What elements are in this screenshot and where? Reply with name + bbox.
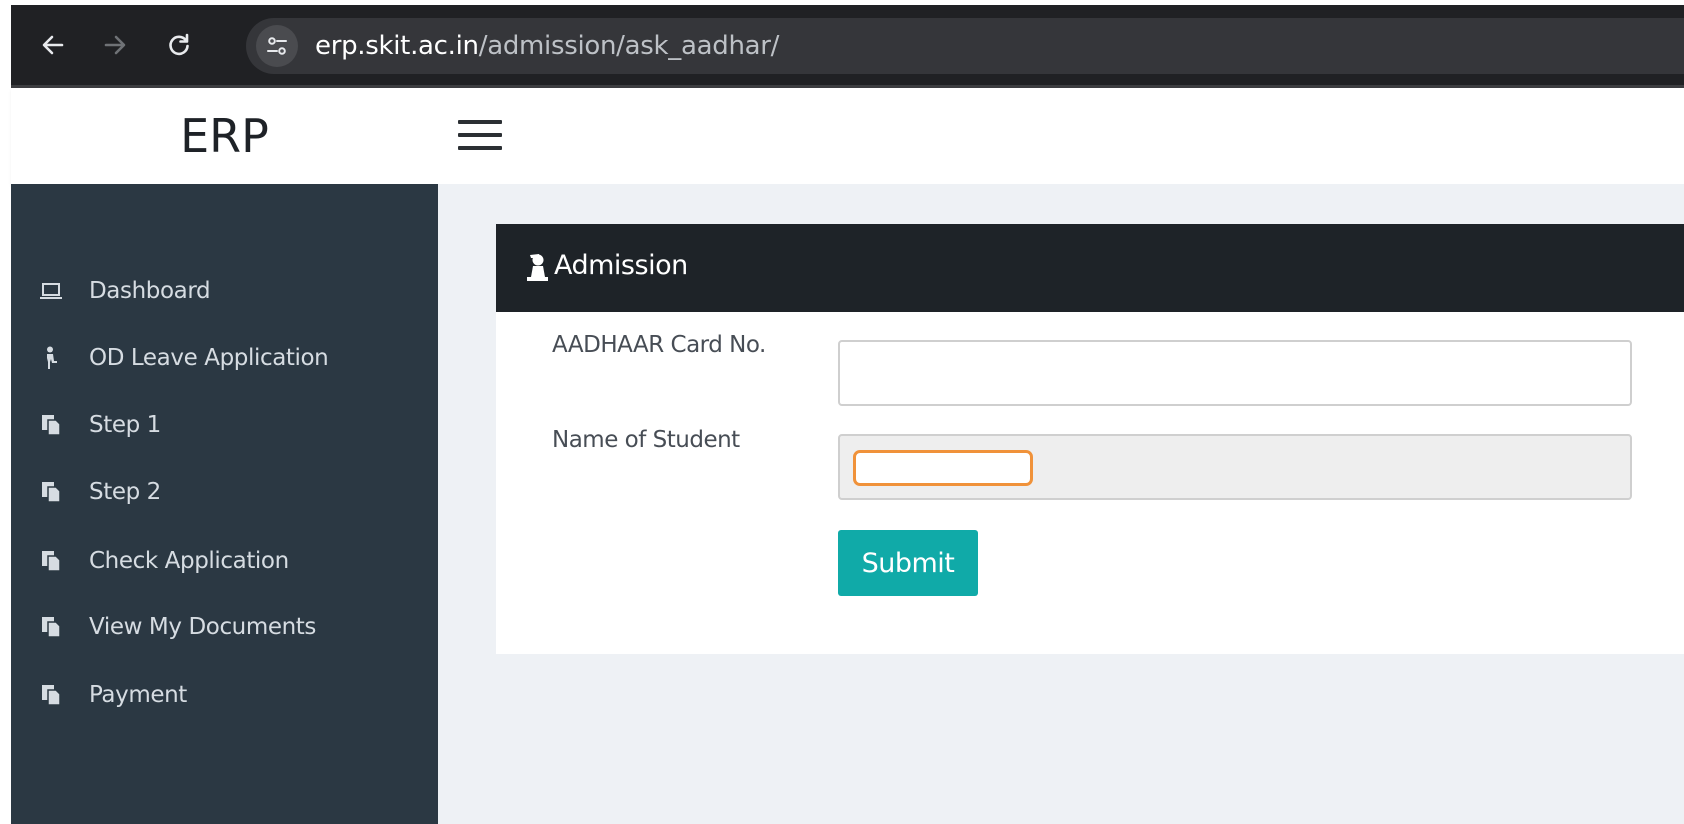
documents-icon (39, 615, 63, 639)
sidebar-item-step-2[interactable]: Step 2 (11, 467, 438, 517)
admission-card: Admission AADHAAR Card No. Name of Stude… (496, 224, 1684, 654)
forward-arrow-icon[interactable] (97, 27, 133, 63)
sidebar-item-label: Check Application (89, 548, 289, 574)
reload-icon[interactable] (161, 27, 197, 63)
sidebar-item-dashboard[interactable]: Dashboard (11, 266, 438, 316)
hamburger-icon[interactable] (458, 118, 504, 154)
laptop-icon (39, 279, 63, 303)
person-icon (39, 346, 63, 370)
app-header: ERP (11, 88, 1684, 184)
sidebar-item-label: Step 1 (89, 412, 161, 438)
sidebar-item-label: View My Documents (89, 614, 316, 640)
sidebar-item-payment[interactable]: Payment (11, 670, 438, 720)
sidebar-item-label: OD Leave Application (89, 345, 329, 371)
url-path: /admission/ask_aadhar/ (478, 31, 780, 61)
documents-icon (39, 480, 63, 504)
sidebar-item-label: Dashboard (89, 278, 211, 304)
sidebar-item-view-my-documents[interactable]: View My Documents (11, 602, 438, 652)
left-edge (0, 0, 11, 824)
back-arrow-icon[interactable] (35, 27, 71, 63)
sidebar-item-label: Step 2 (89, 479, 161, 505)
documents-icon (39, 683, 63, 707)
sidebar-item-step-1[interactable]: Step 1 (11, 400, 438, 450)
sidebar-item-check-application[interactable]: Check Application (11, 536, 438, 586)
browser-toolbar: erp.skit.ac.in/admission/ask_aadhar/ (11, 5, 1684, 88)
brand-logo[interactable]: ERP (11, 88, 438, 184)
aadhaar-input[interactable] (838, 340, 1632, 406)
url-host: erp.skit.ac.in (315, 31, 479, 61)
documents-icon (39, 413, 63, 437)
documents-icon (39, 549, 63, 573)
submit-button[interactable]: Submit (838, 530, 978, 596)
card-header: Admission (496, 224, 1684, 312)
student-name-label: Name of Student (552, 427, 740, 453)
sidebar: Dashboard OD Leave Application Step 1 St… (11, 184, 438, 824)
aadhaar-label: AADHAAR Card No. (552, 332, 766, 358)
url-text[interactable]: erp.skit.ac.in/admission/ask_aadhar/ (315, 31, 779, 61)
sidebar-item-od-leave[interactable]: OD Leave Application (11, 333, 438, 383)
sidebar-item-label: Payment (89, 682, 187, 708)
student-name-highlight[interactable] (853, 450, 1033, 486)
card-title: Admission (554, 250, 688, 281)
site-info-icon[interactable] (256, 25, 298, 67)
student-icon (524, 253, 550, 283)
